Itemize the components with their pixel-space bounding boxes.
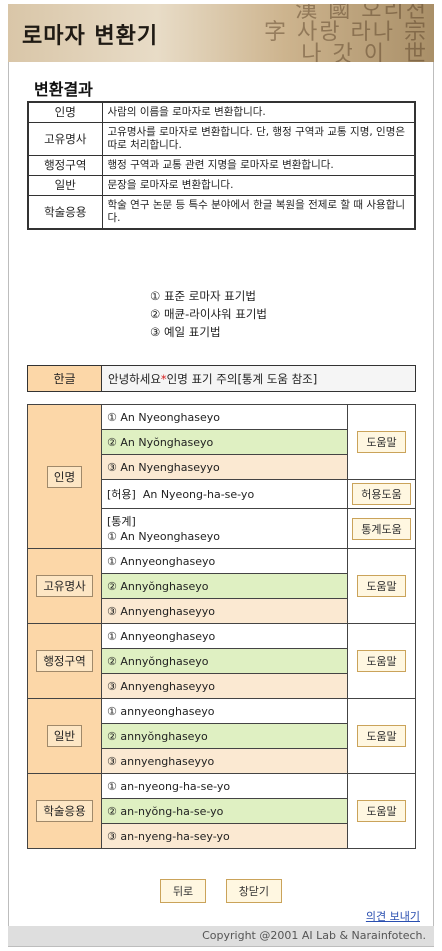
description-row: 일반 문장을 로마자로 변환합니다.: [27, 175, 416, 196]
feedback-link[interactable]: 의견 보내기: [366, 908, 420, 924]
description-text: 문장을 로마자로 변환합니다.: [101, 175, 416, 196]
allow-help-button[interactable]: 허용도움: [352, 483, 411, 505]
header-banner: 漢 國 오리젼 字 사랑 라나 宗 나 갓 이 世 로마자 변환기: [8, 4, 434, 62]
result-mccune: ② Annyŏnghaseyo: [101, 573, 348, 599]
category-cell: 일반: [27, 698, 102, 774]
input-text: 안녕하세요: [108, 371, 161, 386]
result-allowed: [허용] An Nyeong-ha-se-yo: [101, 479, 348, 509]
help-button[interactable]: 도움말: [357, 575, 406, 597]
allowed-label: [허용]: [107, 488, 136, 501]
category-label: 고유명사: [36, 575, 93, 597]
result-standard: ① An Nyeonghaseyo: [101, 404, 348, 430]
result-yale: ③ An Nyenghaseyyo: [101, 454, 348, 480]
legend-item: ② 매큔-라이샤워 표기법: [150, 307, 267, 321]
category-label: 인명: [46, 465, 83, 488]
description-row: 행정구역 행정 구역과 교통 관련 지명을 로마자로 변환합니다.: [27, 155, 416, 176]
input-label: 한글: [28, 366, 102, 391]
footer-buttons: 뒤로 창닫기: [0, 879, 442, 903]
category-cell: 인명: [27, 404, 102, 549]
result-yale: ③ an-nyeng-ha-sey-yo: [101, 823, 348, 849]
category-cell: 학술응용: [27, 773, 102, 849]
result-yale: ③ Annyenghaseyyo: [101, 598, 348, 624]
result-yale: ③ Annyenghaseyyo: [101, 673, 348, 699]
result-stats: [통계] ① An Nyeonghaseyo: [101, 508, 348, 549]
results-table: 인명 ① An Nyeonghaseyo 도움말 ② An Nyŏnghasey…: [27, 404, 416, 849]
description-row: 인명 사람의 이름을 로마자로 변환합니다.: [27, 101, 416, 123]
help-cell: 도움말: [347, 623, 416, 699]
allowed-value: An Nyeong-ha-se-yo: [142, 488, 255, 501]
result-standard: ① an-nyeong-ha-se-yo: [101, 773, 348, 799]
help-cell: 도움말: [347, 773, 416, 849]
result-row: 인명 ① An Nyeonghaseyo 도움말: [27, 404, 416, 549]
help-cell: 도움말: [347, 404, 416, 480]
description-text: 사람의 이름을 로마자로 변환합니다.: [101, 101, 416, 123]
stats-help-button[interactable]: 통계도움: [352, 517, 411, 540]
result-standard: ① Annyeonghaseyo: [101, 623, 348, 649]
description-key: 학술응용: [27, 195, 103, 230]
description-text: 행정 구역과 교통 관련 지명을 로마자로 변환합니다.: [101, 155, 416, 176]
result-mccune: ② an-nyŏng-ha-se-yo: [101, 798, 348, 824]
input-row: 한글 안녕하세요 * 인명 표기 주의[통계 도움 참조]: [27, 365, 416, 392]
stats-value: ① An Nyeonghaseyo: [107, 529, 220, 543]
description-table: 인명 사람의 이름을 로마자로 변환합니다. 고유명사 고유명사를 로마자로 변…: [27, 101, 416, 230]
result-mccune: ② annyŏnghaseyo: [101, 723, 348, 749]
help-button[interactable]: 도움말: [357, 650, 406, 672]
result-row: 일반 ① annyeonghaseyo 도움말: [27, 698, 416, 774]
description-row: 학술응용 학술 연구 논문 등 특수 분야에서 한글 복원을 전제로 할 때 사…: [27, 195, 416, 230]
description-key: 행정구역: [27, 155, 103, 176]
back-button[interactable]: 뒤로: [159, 879, 207, 903]
result-row: 행정구역 ① Annyeonghaseyo 도움말: [27, 623, 416, 699]
notation-legend: ① 표준 로마자 표기법 ② 매큔-라이샤워 표기법 ③ 예일 표기법: [150, 287, 267, 341]
category-cell: 고유명사: [27, 548, 102, 624]
description-text: 고유명사를 로마자로 변환합니다. 단, 행정 구역과 교통 지명, 인명은 따…: [101, 122, 416, 156]
legend-item: ③ 예일 표기법: [150, 325, 221, 339]
result-row: 학술응용 ① an-nyeong-ha-se-yo 도움말: [27, 773, 416, 849]
category-label: 행정구역: [36, 650, 93, 672]
help-button[interactable]: 도움말: [357, 800, 406, 822]
help-button[interactable]: 도움말: [357, 431, 406, 453]
stats-help-cell: 통계도움: [347, 508, 416, 549]
close-window-button[interactable]: 창닫기: [225, 879, 283, 903]
result-standard: ① Annyeonghaseyo: [101, 548, 348, 574]
result-row: 고유명사 ① Annyeonghaseyo 도움말: [27, 548, 416, 624]
result-yale: ③ annyenghaseyyo: [101, 748, 348, 774]
stats-label: [통계]: [107, 514, 136, 528]
input-note: 인명 표기 주의[통계 도움 참조]: [166, 371, 318, 386]
category-cell: 행정구역: [27, 623, 102, 699]
legend-item: ① 표준 로마자 표기법: [150, 289, 256, 303]
section-title: 변환결과: [34, 80, 93, 99]
help-button[interactable]: 도움말: [357, 725, 406, 747]
copyright-bar: Copyright @2001 AI Lab & Narainfotech.: [8, 926, 434, 946]
header-calligraphy-decoration: 漢 國 오리젼 字 사랑 라나 宗 나 갓 이 世: [264, 4, 428, 62]
input-value: 안녕하세요 * 인명 표기 주의[통계 도움 참조]: [102, 366, 415, 391]
help-cell: 도움말: [347, 548, 416, 624]
result-standard: ① annyeonghaseyo: [101, 698, 348, 724]
category-label: 일반: [46, 725, 83, 747]
description-key: 인명: [27, 101, 103, 123]
description-key: 고유명사: [27, 122, 103, 156]
description-row: 고유명사 고유명사를 로마자로 변환합니다. 단, 행정 구역과 교통 지명, …: [27, 122, 416, 156]
category-label: 학술응용: [36, 800, 93, 822]
description-text: 학술 연구 논문 등 특수 분야에서 한글 복원을 전제로 할 때 사용합니다.: [101, 195, 416, 230]
description-key: 일반: [27, 175, 103, 196]
result-mccune: ② Annyŏnghaseyo: [101, 648, 348, 674]
allow-help-cell: 허용도움: [347, 479, 416, 509]
app-title: 로마자 변환기: [22, 24, 159, 49]
result-mccune: ② An Nyŏnghaseyo: [101, 429, 348, 455]
help-cell: 도움말: [347, 698, 416, 774]
